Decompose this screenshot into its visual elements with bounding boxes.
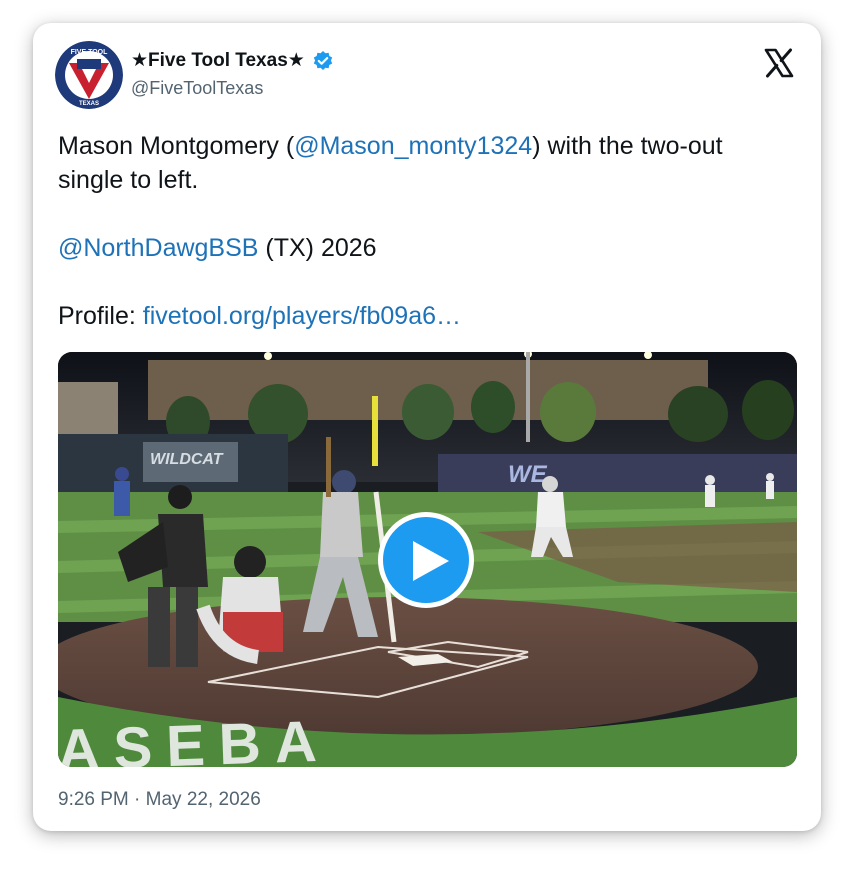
avatar-text-bottom: TEXAS — [79, 101, 99, 107]
wall-sign-text: WILDCAT — [150, 451, 224, 468]
author-info: ★Five Tool Texas★ @FiveToolTexas — [131, 49, 334, 99]
avatar[interactable]: FIVE TOOL TEXAS — [55, 41, 123, 109]
post-text-line-3: Profile: fivetool.org/players/fb09a6… — [58, 299, 793, 333]
post-text-line-2: @NorthDawgBSB (TX) 2026 — [58, 231, 793, 265]
five-tool-texas-logo: FIVE TOOL TEXAS — [55, 41, 123, 109]
text-segment: Profile: — [58, 302, 143, 330]
mention-link[interactable]: @Mason_monty1324 — [294, 132, 532, 160]
text-segment: Mason Montgomery ( — [58, 132, 295, 160]
verified-badge-icon — [314, 50, 333, 70]
post-timestamp[interactable]: 9:26 PM · May 22, 2026 — [58, 789, 261, 811]
play-button[interactable] — [378, 512, 474, 608]
post-header: FIVE TOOL TEXAS ★Five Tool Texas★ @FiveT… — [55, 41, 799, 113]
x-logo-icon[interactable] — [763, 47, 795, 79]
profile-link[interactable]: fivetool.org/players/fb09a6… — [143, 302, 461, 330]
display-name[interactable]: ★Five Tool Texas★ — [131, 49, 305, 72]
mention-link[interactable]: @NorthDawgBSB — [58, 234, 258, 262]
text-segment: (TX) 2026 — [258, 234, 377, 262]
author-handle[interactable]: @FiveToolTexas — [131, 78, 334, 99]
play-icon — [413, 541, 449, 581]
post-card[interactable]: FIVE TOOL TEXAS ★Five Tool Texas★ @FiveT… — [33, 23, 821, 831]
post-text: Mason Montgomery (@Mason_monty1324) with… — [58, 129, 793, 333]
post-text-line-1: Mason Montgomery (@Mason_monty1324) with… — [58, 129, 793, 197]
outfield-logo-text: WE — [508, 461, 548, 488]
avatar-text-top: FIVE TOOL — [71, 49, 109, 56]
video-player[interactable]: WILDCAT WE ASEBA — [58, 352, 797, 767]
field-painted-text: ASEBA — [58, 708, 332, 767]
